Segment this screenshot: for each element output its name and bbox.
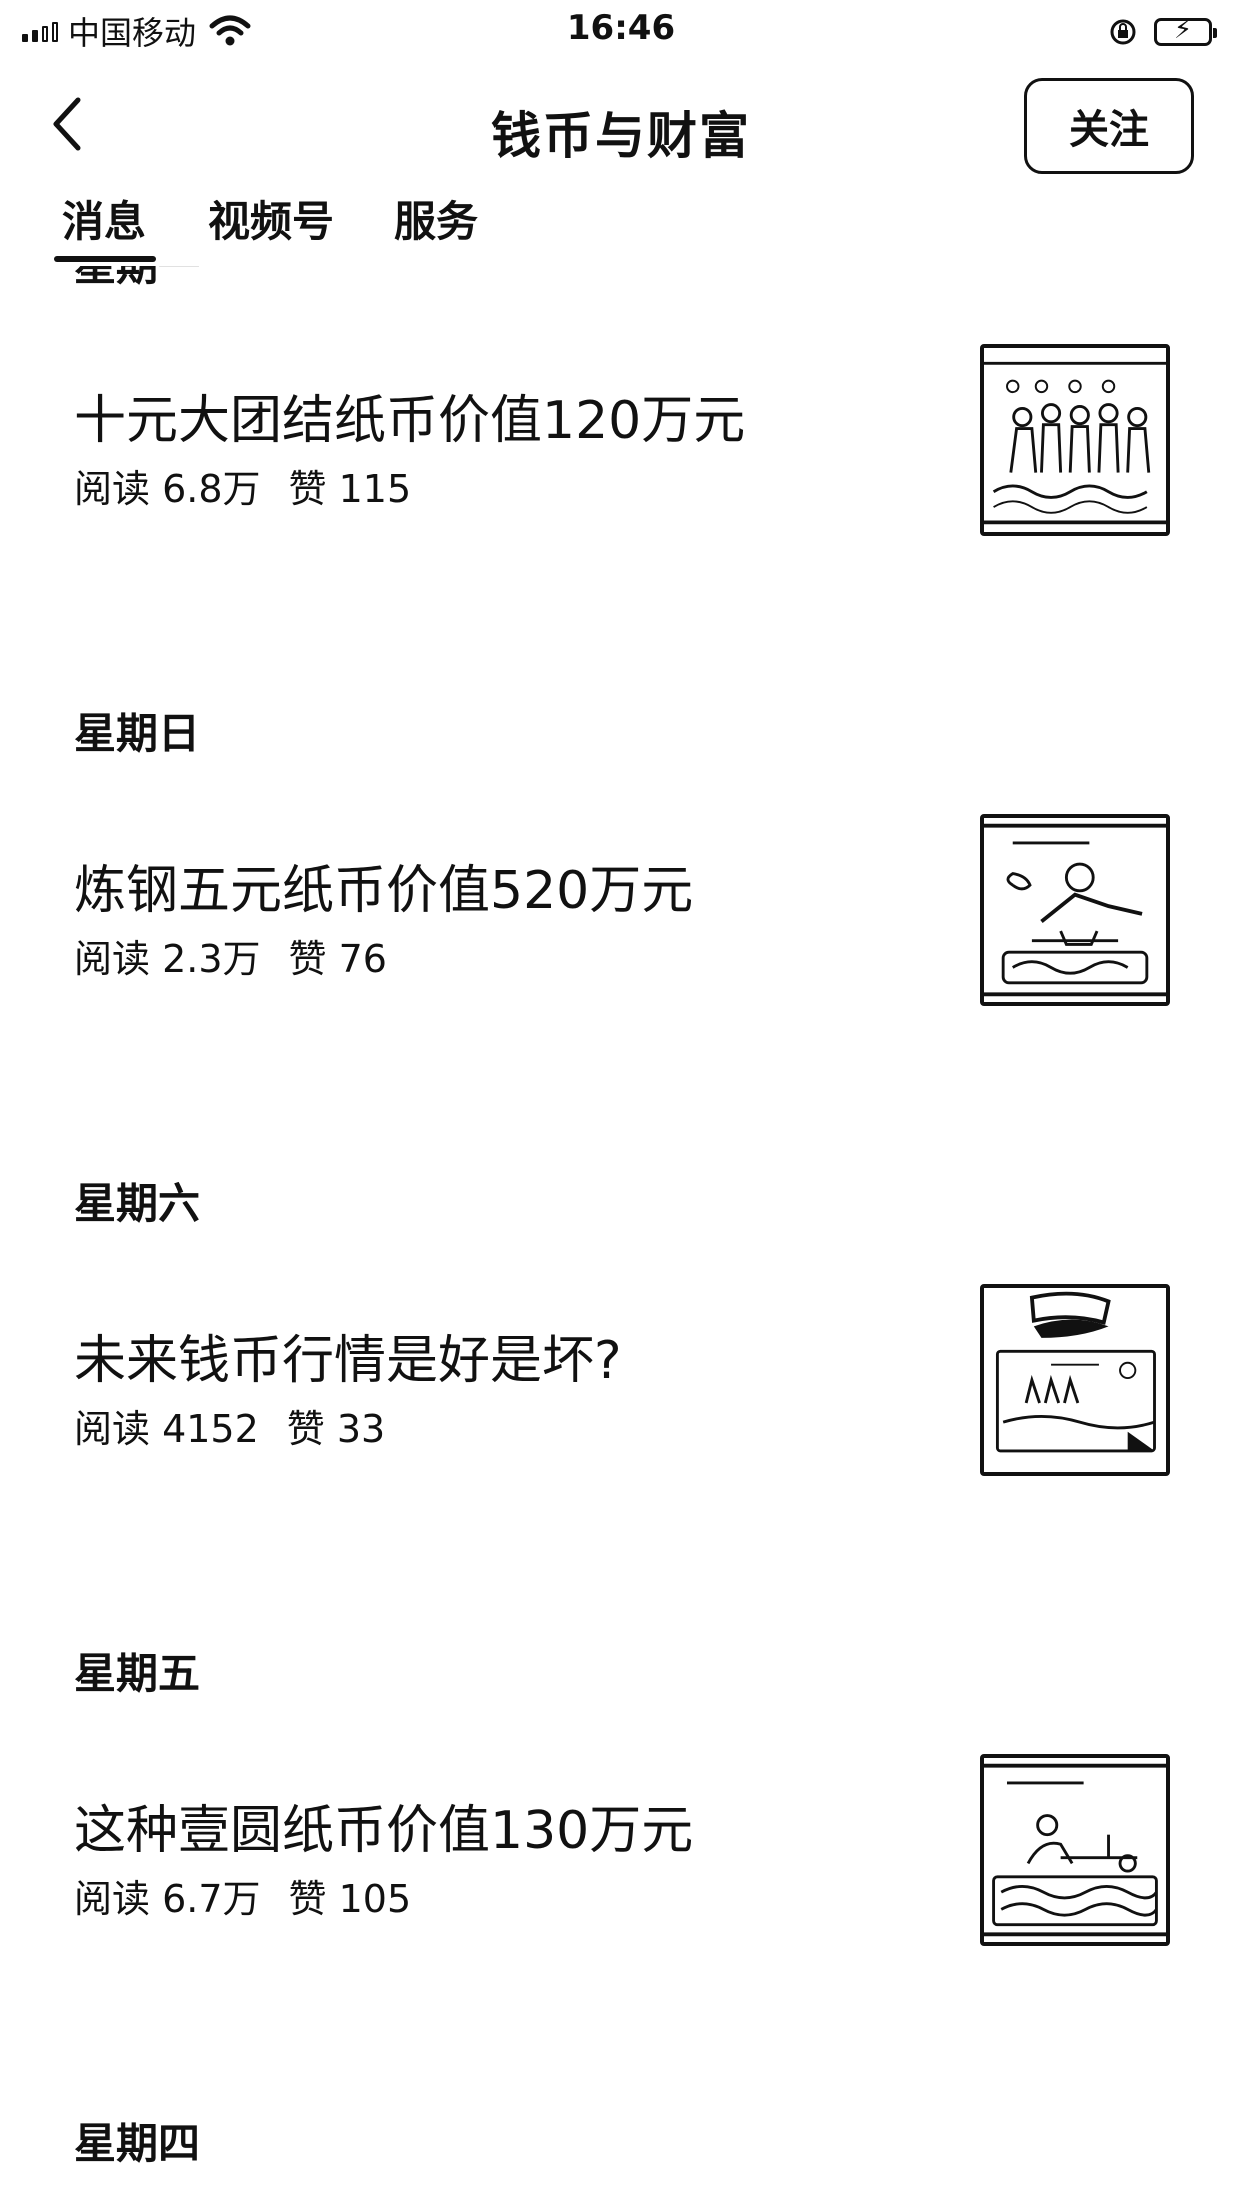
follow-button[interactable]: 关注 xyxy=(1024,78,1194,174)
wechat-official-account-screen: 星期一 十元大团结纸币价值120万元 阅读 6.8万赞 115 xyxy=(0,0,1242,2208)
tab-channels[interactable]: 视频号 xyxy=(208,188,334,249)
day-label: 星期六 xyxy=(74,1179,201,1228)
tab-messages[interactable]: 消息 xyxy=(62,188,146,249)
banknote-tractor-icon[interactable] xyxy=(980,1754,1170,1946)
tab-bar: 消息 视频号 服务 xyxy=(0,188,1242,266)
article-title[interactable]: 这种壹圆纸币价值130万元 xyxy=(74,1788,693,1863)
nav-bar: 钱币与财富 关注 xyxy=(0,62,1242,190)
read-count: 阅读 2.3万 xyxy=(74,937,261,981)
article-meta: 阅读 6.8万赞 115 xyxy=(74,458,411,513)
article-title[interactable]: 炼钢五元纸币价值520万元 xyxy=(74,848,693,923)
article-item[interactable]: 未来钱币行情是好是坏? 阅读 4152 赞 33 xyxy=(0,1284,1242,1518)
like-count: 赞 105 xyxy=(288,1877,412,1921)
read-count: 阅读 6.8万 xyxy=(74,467,261,511)
banknote-stack-icon[interactable] xyxy=(980,1284,1170,1476)
banknote-group-icon[interactable] xyxy=(980,344,1170,536)
battery-bolt: ⚡ xyxy=(1173,15,1193,45)
message-feed[interactable]: 星期一 十元大团结纸币价值120万元 阅读 6.8万赞 115 xyxy=(0,0,1242,2208)
battery-charging-icon: ⚡ xyxy=(1154,15,1217,46)
day-label: 星期五 xyxy=(74,1649,201,1698)
active-tab-indicator xyxy=(54,256,156,262)
read-count: 阅读 4152 xyxy=(74,1407,259,1451)
article-item[interactable]: 这种壹圆纸币价值130万元 阅读 6.7万赞 105 xyxy=(0,1754,1242,1988)
banknote-steelworker-icon[interactable] xyxy=(980,814,1170,1006)
article-item[interactable]: 十元大团结纸币价值120万元 阅读 6.8万赞 115 xyxy=(0,344,1242,578)
article-title[interactable]: 未来钱币行情是好是坏? xyxy=(74,1318,622,1393)
day-label: 星期日 xyxy=(74,709,201,758)
status-time: 16:46 xyxy=(566,8,676,48)
article-meta: 阅读 4152 赞 33 xyxy=(74,1398,385,1453)
orientation-lock-icon xyxy=(1110,19,1136,45)
read-count: 阅读 6.7万 xyxy=(74,1877,261,1921)
day-label: 星期四 xyxy=(74,2119,201,2168)
article-meta: 阅读 6.7万赞 105 xyxy=(74,1868,411,1923)
article-title[interactable]: 十元大团结纸币价值120万元 xyxy=(74,378,745,453)
like-count: 赞 115 xyxy=(288,467,412,511)
article-item[interactable]: 炼钢五元纸币价值520万元 阅读 2.3万赞 76 xyxy=(0,814,1242,1048)
status-right: ⚡ xyxy=(1108,12,1217,52)
like-count: 赞 33 xyxy=(286,1407,386,1451)
like-count: 赞 76 xyxy=(288,937,387,981)
article-meta: 阅读 2.3万赞 76 xyxy=(74,928,387,983)
tab-services[interactable]: 服务 xyxy=(394,188,478,249)
status-bar: 中国移动 16:46 ⚡ xyxy=(0,0,1242,62)
